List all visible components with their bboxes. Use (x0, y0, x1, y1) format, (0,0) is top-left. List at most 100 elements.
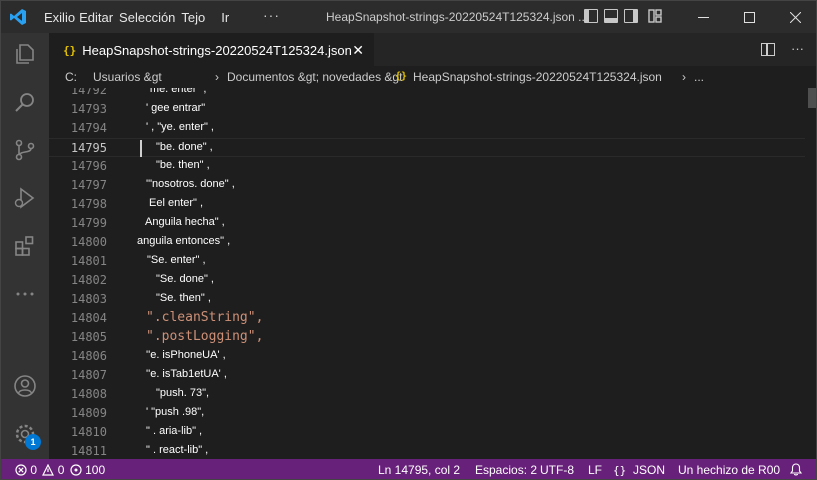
line-number: 14798 (70, 197, 107, 211)
line-number: 14794 (70, 121, 107, 135)
code-line[interactable]: 14805 ".postLogging", (49, 328, 805, 347)
breadcrumb-json-icon: {} (395, 71, 408, 82)
code-line[interactable]: 14792 "me. enter" , (49, 88, 805, 100)
code-line[interactable]: 14793 ' gee entrar" (49, 100, 805, 119)
code-line[interactable]: 14799 Anguila hecha" , (49, 214, 805, 233)
line-number: 14797 (70, 178, 107, 192)
more-views-icon[interactable] (13, 282, 37, 306)
minimize-icon[interactable] (680, 1, 726, 33)
code-line[interactable]: 14802 "Se. done" , (49, 271, 805, 290)
code-text: ' gee entrar" (146, 102, 206, 114)
breadcrumb: C: Usuarios &gt › Documentos &gt; noveda… (49, 66, 816, 88)
close-tab-icon[interactable]: ✕ (352, 42, 364, 59)
breadcrumb-drive[interactable]: C: (65, 70, 77, 84)
vscode-window: Exilio Editar Selección Tejo Ir ··· Heap… (0, 0, 817, 480)
menu-bar: Exilio Editar Selección Tejo Ir (44, 1, 233, 33)
line-number: 14800 (70, 235, 107, 249)
code-line[interactable]: 14800 anguila entonces" , (49, 233, 805, 252)
line-number: 14793 (70, 102, 107, 116)
menu-more-icon[interactable]: ··· (263, 7, 280, 23)
notifications-bell-icon[interactable] (789, 463, 803, 479)
customize-layout-icon[interactable] (648, 9, 662, 23)
tab-heapsnapshot-json[interactable]: {} HeapSnapshot-strings-20220524T125324.… (49, 33, 374, 66)
code-line[interactable]: 14797 '"nosotros. done" , (49, 176, 805, 195)
encoding-status[interactable]: UTF-8 (540, 463, 574, 477)
account-icon[interactable] (13, 374, 37, 398)
code-line[interactable]: 14806 ''e. isPhoneUA' , (49, 347, 805, 366)
code-line[interactable]: 14796 "be. then" , (49, 157, 805, 176)
split-editor-icon[interactable] (761, 43, 775, 56)
line-number: 14805 (70, 330, 107, 344)
line-number: 14809 (70, 406, 107, 420)
breadcrumb-separator: › (682, 70, 686, 84)
title-bar: Exilio Editar Selección Tejo Ir ··· Heap… (1, 1, 816, 33)
maximize-icon[interactable] (726, 1, 772, 33)
line-number: 14803 (70, 292, 107, 306)
scrollbar-thumb[interactable] (808, 88, 816, 108)
code-text: Anguila hecha" , (145, 216, 225, 228)
code-line[interactable]: 14807 ''e. isTab1etUA' , (49, 366, 805, 385)
close-window-icon[interactable] (772, 1, 816, 33)
window-title: HeapSnapshot-strings-20220524T125324.jso… (326, 10, 589, 24)
code-line[interactable]: 14803 "Se. then" , (49, 290, 805, 309)
code-text: anguila entonces" , (137, 235, 231, 247)
search-icon[interactable] (13, 90, 37, 114)
toggle-secondary-sidebar-icon[interactable] (624, 9, 638, 23)
code-line[interactable]: 14804 ".cleanString", (49, 309, 805, 328)
menu-item-view[interactable]: Tejo (181, 10, 205, 25)
ports-icon (70, 464, 82, 476)
editor-scrollbar[interactable] (805, 88, 816, 459)
line-number: 14804 (70, 311, 107, 325)
ports-count: 100 (85, 463, 106, 477)
code-text: ".postLogging", (146, 329, 264, 344)
update-badge: 1 (25, 434, 41, 450)
code-text: Eel enter" , (149, 197, 204, 209)
code-line[interactable]: 14811 " . react-lib" , (49, 442, 805, 459)
code-line[interactable]: 14794 ' , "ye. enter" , (49, 119, 805, 138)
code-text: "be. then" , (156, 159, 210, 171)
breadcrumb-users[interactable]: Usuarios &gt (93, 70, 162, 84)
code-line[interactable]: 14795 "be. done" , (49, 138, 805, 157)
code-text: " . react-lib" , (146, 444, 209, 456)
menu-item-selection[interactable]: Selección (119, 10, 175, 25)
code-text: "me. enter" , (146, 88, 207, 95)
code-line[interactable]: 14801 "Se. enter" , (49, 252, 805, 271)
language-mode[interactable]: JSON (633, 463, 665, 477)
code-line[interactable]: 14810 " . aria-lib" , (49, 423, 805, 442)
status-notice[interactable]: Un hechizo de R00 (678, 463, 780, 477)
code-text: "Se. then" , (156, 292, 211, 304)
toggle-panel-icon[interactable] (604, 9, 618, 23)
line-number: 14807 (70, 368, 107, 382)
toggle-sidebar-icon[interactable] (584, 9, 598, 23)
line-number: 14811 (70, 444, 107, 458)
editor-area[interactable]: 14792 "me. enter" , 14793 ' gee entrar" 1479… (49, 88, 805, 459)
line-number: 14801 (70, 254, 107, 268)
menu-item-edit[interactable]: Editar (79, 10, 113, 25)
explorer-icon[interactable] (13, 42, 37, 66)
eol-status[interactable]: LF (588, 463, 602, 477)
code-line[interactable]: 14809 ' "push .98", (49, 404, 805, 423)
indentation-status[interactable]: Espacios: 2 (475, 463, 537, 477)
menu-item-go[interactable]: Ir (221, 10, 229, 25)
cursor-position[interactable]: Ln 14795, col 2 (378, 463, 460, 477)
more-actions-icon[interactable]: ··· (791, 41, 804, 56)
vscode-logo-icon (10, 9, 26, 25)
code-text: " . aria-lib" , (146, 425, 203, 437)
line-number: 14806 (70, 349, 107, 363)
source-control-icon[interactable] (13, 138, 37, 162)
extensions-icon[interactable] (13, 234, 37, 258)
code-line[interactable]: 14808 "push. 73", (49, 385, 805, 404)
line-number: 14796 (70, 159, 107, 173)
error-count: 0 (30, 463, 38, 477)
status-bar: 0 0 100 Ln 14795, col 2 Espacios: 2 UTF-… (1, 459, 816, 479)
line-number: 14810 (70, 425, 107, 439)
breadcrumb-documents[interactable]: Documentos &gt; novedades &gt (227, 70, 402, 84)
code-text: "Se. enter" , (147, 254, 206, 266)
code-line[interactable]: 14798 Eel enter" , (49, 195, 805, 214)
breadcrumb-tail[interactable]: ... (694, 70, 704, 84)
problems-status[interactable]: 0 0 100 (15, 463, 105, 477)
menu-item-file[interactable]: Exilio (44, 10, 75, 25)
run-debug-icon[interactable] (13, 186, 37, 210)
breadcrumb-file[interactable]: HeapSnapshot-strings-20220524T125324.jso… (413, 70, 662, 84)
activity-bar: 1 (1, 33, 49, 459)
